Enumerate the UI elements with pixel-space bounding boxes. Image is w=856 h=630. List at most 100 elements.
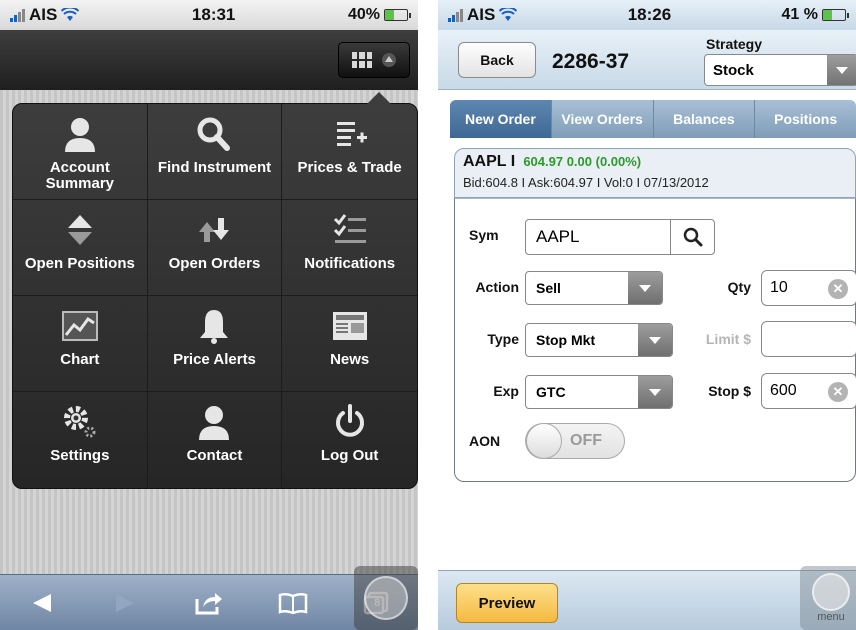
up-down-arrows-icon (60, 212, 100, 248)
stop-input[interactable]: 600 ✕ (761, 373, 856, 409)
action-select[interactable]: Sell (525, 271, 663, 305)
assistive-touch-button[interactable]: menu (800, 566, 856, 630)
tab-positions[interactable]: Positions (755, 100, 856, 138)
preview-button[interactable]: Preview (456, 583, 558, 623)
menu-label: Find Instrument (157, 159, 272, 176)
tab-view-orders[interactable]: View Orders (552, 100, 654, 138)
status-bar: AIS 18:26 41 % (438, 0, 856, 30)
menu-label: Price Alerts (173, 351, 256, 368)
menu-item-settings[interactable]: Settings (13, 392, 148, 488)
person-icon (60, 116, 100, 152)
stop-value: 600 (770, 382, 797, 399)
clock: 18:31 (191, 5, 236, 24)
app-header (0, 30, 418, 90)
strategy-value: Stock (713, 61, 754, 79)
menu-item-news[interactable]: News (282, 296, 417, 392)
quote-panel: AAPL I 604.97 0.00 (0.00%) Bid:604.8 I A… (454, 148, 856, 198)
menu-item-open-positions[interactable]: Open Positions (13, 200, 148, 296)
magnifier-icon (194, 116, 234, 152)
share-button[interactable] (189, 585, 229, 621)
menu-item-find-instrument[interactable]: Find Instrument (147, 104, 283, 200)
quote-details: Bid:604.8 I Ask:604.97 I Vol:0 I 07/13/2… (463, 175, 709, 190)
menu-label: Log Out (320, 447, 379, 464)
menu-item-notifications[interactable]: Notifications (282, 200, 417, 296)
symbol-input[interactable]: AAPL (525, 219, 715, 255)
quote-price: 604.97 0.00 (0.00%) (523, 154, 642, 169)
qty-input[interactable]: 10 ✕ (761, 270, 856, 306)
search-button[interactable] (670, 220, 714, 254)
menu-label: Chart (60, 351, 100, 368)
wifi-icon (499, 8, 518, 21)
quote-symbol: AAPL I (463, 153, 516, 170)
carrier-label: AIS (29, 5, 58, 24)
menu-item-contact[interactable]: Contact (148, 392, 283, 488)
menu-label: News (330, 351, 370, 368)
sym-label: Sym (469, 227, 499, 243)
carrier-label: AIS (467, 5, 496, 24)
tab-balances[interactable]: Balances (654, 100, 756, 138)
book-icon (278, 592, 307, 614)
search-icon (683, 227, 702, 247)
menu-item-account-summary[interactable]: Account Summary (13, 104, 148, 200)
menu-label: Settings (50, 447, 110, 464)
clock: 18:26 (627, 5, 672, 24)
menu-item-open-orders[interactable]: Open Orders (147, 200, 283, 296)
grid-icon (352, 52, 372, 68)
exp-value: GTC (536, 384, 566, 400)
aon-toggle[interactable]: OFF (525, 423, 625, 459)
back-arrow-button[interactable] (22, 585, 62, 621)
main-menu-popover: Account Summary Find Instrument Prices &… (12, 92, 418, 489)
clear-icon[interactable]: ✕ (828, 382, 848, 402)
back-button[interactable]: Back (458, 42, 536, 78)
wifi-icon (61, 8, 80, 21)
arrow-right-icon (116, 593, 135, 612)
menu-item-chart[interactable]: Chart (13, 296, 148, 392)
menu-item-log-out[interactable]: Log Out (282, 392, 417, 488)
menu-item-price-alerts[interactable]: Price Alerts (147, 296, 283, 392)
qty-label: Qty (727, 279, 751, 295)
menu-label: Contact (186, 447, 243, 464)
chevron-down-icon (827, 55, 856, 85)
type-value: Stop Mkt (536, 332, 596, 348)
strategy-label: Strategy (706, 36, 763, 52)
bookmarks-button[interactable] (273, 585, 313, 621)
order-form: Sym AAPL Action Sell Qty 10 ✕ Type Stop … (454, 198, 856, 482)
tab-new-order[interactable]: New Order (450, 100, 552, 138)
chart-icon (60, 308, 100, 344)
right-phone-screen: AIS 18:26 41 % Back 2286-37 Strategy Sto… (438, 0, 856, 630)
menu-label: Open Orders (168, 255, 261, 272)
checklist-icon (330, 212, 370, 248)
action-label: Action (475, 279, 519, 295)
share-icon (195, 592, 222, 614)
nav-bar: Back 2286-37 Strategy Stock (438, 30, 856, 90)
qty-value: 10 (770, 279, 788, 296)
limit-label: Limit $ (705, 331, 751, 347)
chevron-down-icon (638, 324, 672, 356)
signal-icon (448, 8, 463, 22)
strategy-select[interactable]: Stock (704, 54, 856, 86)
assistive-touch-button[interactable] (354, 566, 418, 630)
exp-select[interactable]: GTC (525, 375, 673, 409)
clear-icon[interactable]: ✕ (828, 279, 848, 299)
limit-input[interactable] (761, 321, 856, 357)
battery-percent: 40% (347, 6, 380, 23)
menu-toggle-button[interactable] (338, 42, 410, 78)
menu-label: Open Positions (24, 255, 135, 272)
menu-item-prices-trade[interactable]: Prices & Trade (282, 104, 417, 200)
order-tabs: New Order View Orders Balances Positions (450, 100, 856, 138)
aon-label: AON (469, 433, 501, 449)
list-add-icon (330, 116, 370, 152)
gear-icon (60, 404, 100, 440)
person-icon (194, 404, 234, 440)
stop-label: Stop $ (708, 383, 751, 399)
power-icon (330, 404, 370, 440)
chevron-up-icon (382, 53, 396, 67)
type-select[interactable]: Stop Mkt (525, 323, 673, 357)
exp-label: Exp (493, 383, 519, 399)
battery-icon (821, 9, 849, 21)
chevron-down-icon (638, 376, 672, 408)
menu-label: Account Summary (45, 159, 115, 192)
account-number: 2286-37 (552, 50, 630, 73)
order-arrows-icon (194, 212, 234, 248)
forward-arrow-button[interactable] (105, 585, 145, 621)
